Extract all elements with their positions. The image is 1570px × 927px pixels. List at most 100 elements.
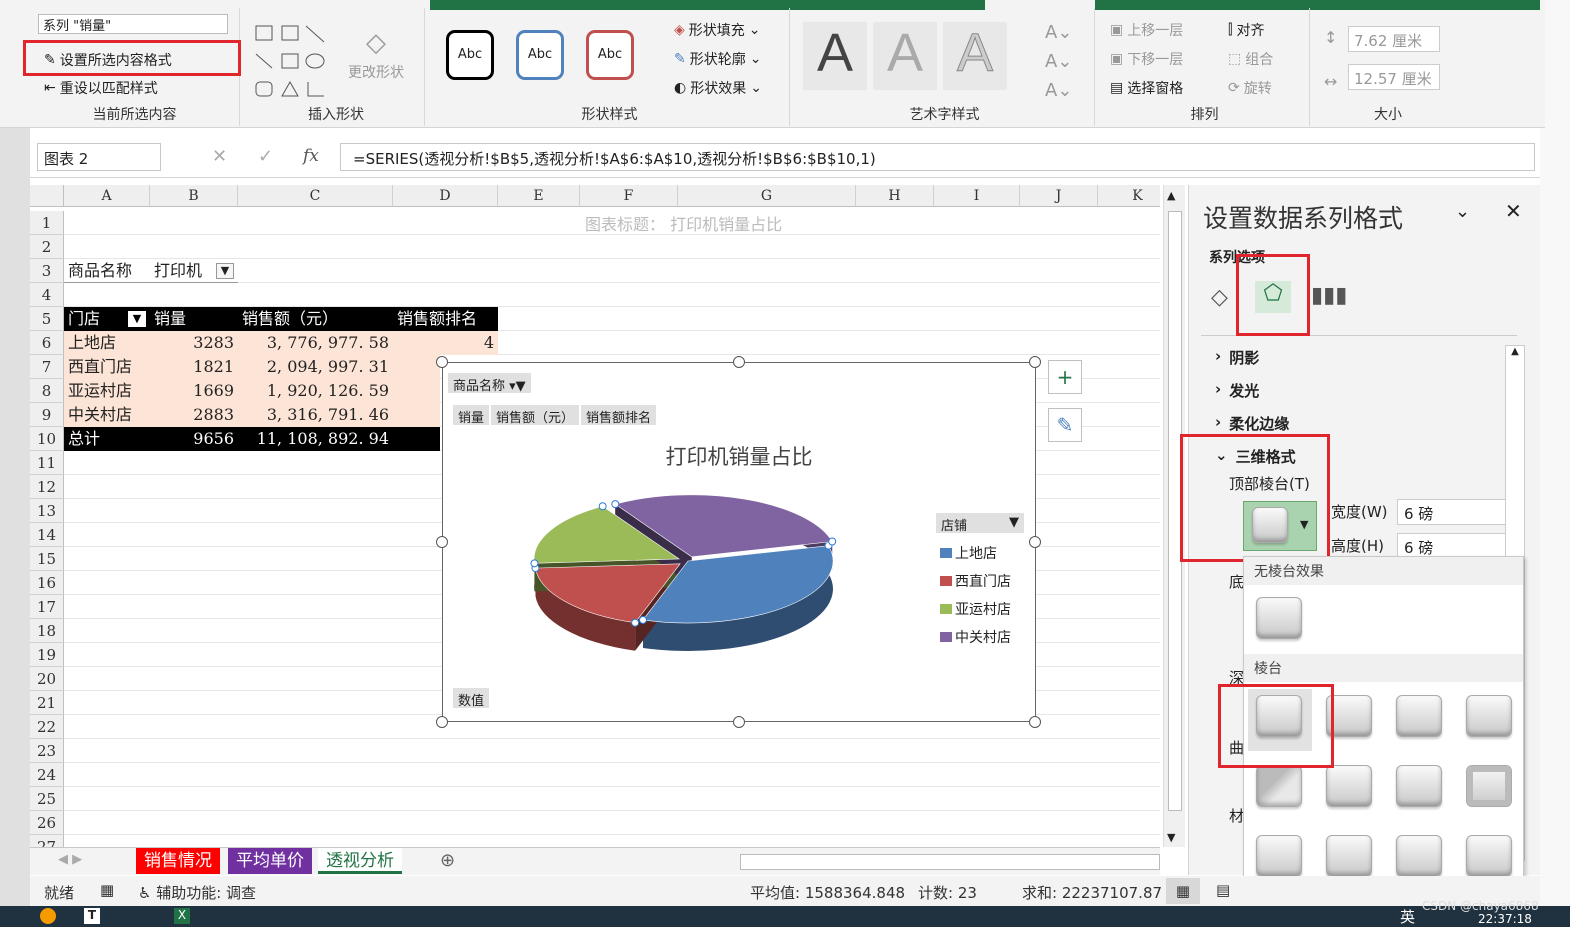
group-button[interactable]: ⬚ 组合 (1228, 49, 1273, 69)
row-header[interactable]: 22 (30, 715, 64, 739)
bevel-hard-edge-option[interactable] (1396, 835, 1442, 877)
bevel-convex-option[interactable] (1396, 765, 1442, 807)
resize-handle[interactable] (733, 716, 745, 728)
table-cell[interactable]: 2883 (150, 403, 238, 427)
resize-handle[interactable] (733, 356, 745, 368)
scroll-up-icon[interactable]: ▲ (1167, 189, 1175, 202)
confirm-icon[interactable]: ✓ (258, 146, 273, 167)
section-shadow[interactable]: › 阴影 (1215, 347, 1259, 368)
total-rank[interactable] (393, 427, 440, 451)
bevel-slope-option[interactable] (1466, 765, 1512, 807)
change-shape-button[interactable]: ◇ 更改形状 (348, 28, 404, 82)
bring-forward-button[interactable]: ▣ 上移一层 (1110, 20, 1183, 40)
table-cell[interactable]: 3283 (150, 331, 238, 355)
text-fill-icon[interactable]: A⌄ A⌄ A⌄ (1045, 18, 1072, 105)
row-header[interactable]: 27 (30, 835, 64, 847)
table-cell[interactable]: 2, 094, 997. 31 (238, 355, 393, 379)
table-cell[interactable]: 西直门店 (64, 355, 150, 379)
total-qty[interactable]: 9656 (150, 427, 238, 451)
shape-fill-button[interactable]: ◈ 形状填充 ⌄ (674, 20, 761, 40)
chart-elements-button[interactable]: + (1048, 360, 1082, 394)
value-field-sales[interactable]: 销售额（元） (491, 405, 580, 426)
select-all-corner[interactable] (30, 185, 64, 207)
scroll-up-icon[interactable]: ▲ (1506, 346, 1524, 357)
resize-handle[interactable] (436, 716, 448, 728)
total-sales[interactable]: 11, 108, 892. 94 (238, 427, 393, 451)
bevel-divot-option[interactable] (1256, 835, 1302, 877)
function-icon[interactable]: fx (303, 146, 319, 166)
column-header[interactable]: I (934, 185, 1020, 207)
values-button[interactable]: 数值 (453, 688, 490, 709)
table-cell[interactable]: 4 (393, 331, 498, 355)
bevel-width-input[interactable]: 6 磅 (1397, 499, 1509, 525)
column-header[interactable]: A (64, 185, 150, 207)
shape-width-input[interactable]: 12.57 厘米 (1348, 64, 1440, 90)
row-header[interactable]: 9 (30, 403, 64, 427)
fill-line-icon[interactable]: ◇ (1211, 285, 1228, 310)
selection-point[interactable] (828, 537, 837, 546)
wordart-style-2[interactable]: A (873, 22, 937, 90)
row-header[interactable]: 2 (30, 235, 64, 259)
table-cell[interactable]: 3, 316, 791. 46 (238, 403, 393, 427)
dropdown-icon[interactable]: ▼ (128, 311, 146, 327)
legend-item[interactable]: 上地店 (940, 539, 1011, 567)
table-cell[interactable] (393, 355, 440, 379)
shape-height-input[interactable]: 7.62 厘米 (1348, 26, 1440, 52)
table-cell[interactable] (393, 403, 440, 427)
style-swatch-blue[interactable]: Abc (516, 30, 564, 80)
legend-item[interactable]: 中关村店 (940, 623, 1011, 651)
resize-handle[interactable] (1029, 356, 1041, 368)
resize-handle[interactable] (1029, 536, 1041, 548)
table-cell[interactable]: 亚运村店 (64, 379, 150, 403)
browser-icon[interactable] (40, 908, 56, 924)
chart-styles-button[interactable]: ✎ (1048, 408, 1082, 442)
selection-point[interactable] (598, 502, 607, 511)
resize-handle[interactable] (436, 536, 448, 548)
send-backward-button[interactable]: ▣ 下移一层 (1110, 49, 1183, 69)
legend-item[interactable]: 西直门店 (940, 567, 1011, 595)
column-header[interactable]: H (856, 185, 934, 207)
row-header[interactable]: 23 (30, 739, 64, 763)
row-header[interactable]: 3 (30, 259, 64, 283)
chart-filter-button[interactable]: 商品名称 ▾▼ (448, 373, 531, 394)
normal-view-icon[interactable]: ▦ (1166, 878, 1200, 904)
row-header[interactable]: 26 (30, 811, 64, 835)
section-soft-edges[interactable]: › 柔化边缘 (1215, 413, 1289, 434)
shapes-gallery[interactable] (252, 20, 342, 100)
selection-point[interactable] (611, 500, 620, 509)
column-header[interactable]: C (238, 185, 393, 207)
resize-handle[interactable] (1029, 716, 1041, 728)
page-layout-icon[interactable]: ▤ (1216, 881, 1230, 899)
resize-handle[interactable] (436, 356, 448, 368)
column-header[interactable]: G (678, 185, 856, 207)
value-field-rank[interactable]: 销售额排名 (581, 405, 657, 426)
column-header[interactable]: K (1098, 185, 1160, 207)
legend-field-button[interactable]: 店铺 ▼ (936, 513, 1024, 534)
table-cell[interactable]: 1669 (150, 379, 238, 403)
tab-avg-price[interactable]: 平均单价 (228, 848, 312, 874)
ime-indicator[interactable]: 英 (1400, 906, 1415, 927)
table-cell[interactable]: 中关村店 (64, 403, 150, 427)
selection-point[interactable] (530, 559, 539, 568)
row-header[interactable]: 14 (30, 523, 64, 547)
table-cell[interactable]: 1821 (150, 355, 238, 379)
add-sheet-icon[interactable]: ⊕ (440, 850, 455, 871)
column-header[interactable]: E (498, 185, 580, 207)
wordart-style-3[interactable]: A (943, 22, 1007, 90)
row-header[interactable]: 13 (30, 499, 64, 523)
excel-taskbar-icon[interactable]: X (174, 908, 190, 924)
row-header[interactable]: 21 (30, 691, 64, 715)
header-sales[interactable]: 销售额（元） (238, 307, 393, 331)
chart-legend[interactable]: 上地店 西直门店 亚运村店 中关村店 (940, 539, 1011, 651)
header-rank[interactable]: 销售额排名 (393, 307, 498, 331)
bevel-cool-slant-option[interactable] (1466, 695, 1512, 737)
section-glow[interactable]: › 发光 (1215, 380, 1259, 401)
pivot-chart[interactable]: 商品名称 ▾▼ 销量 销售额（元） 销售额排名 打印机销量占比 店铺 ▼ 上地店… (436, 356, 1041, 728)
header-qty[interactable]: 销量 (150, 307, 238, 331)
bevel-soft-round-option[interactable] (1326, 765, 1372, 807)
row-header[interactable]: 17 (30, 595, 64, 619)
row-header[interactable]: 10 (30, 427, 64, 451)
close-icon[interactable]: ✕ (1505, 199, 1522, 223)
bevel-cross-option[interactable] (1396, 695, 1442, 737)
scroll-down-icon[interactable]: ▼ (1167, 831, 1175, 844)
